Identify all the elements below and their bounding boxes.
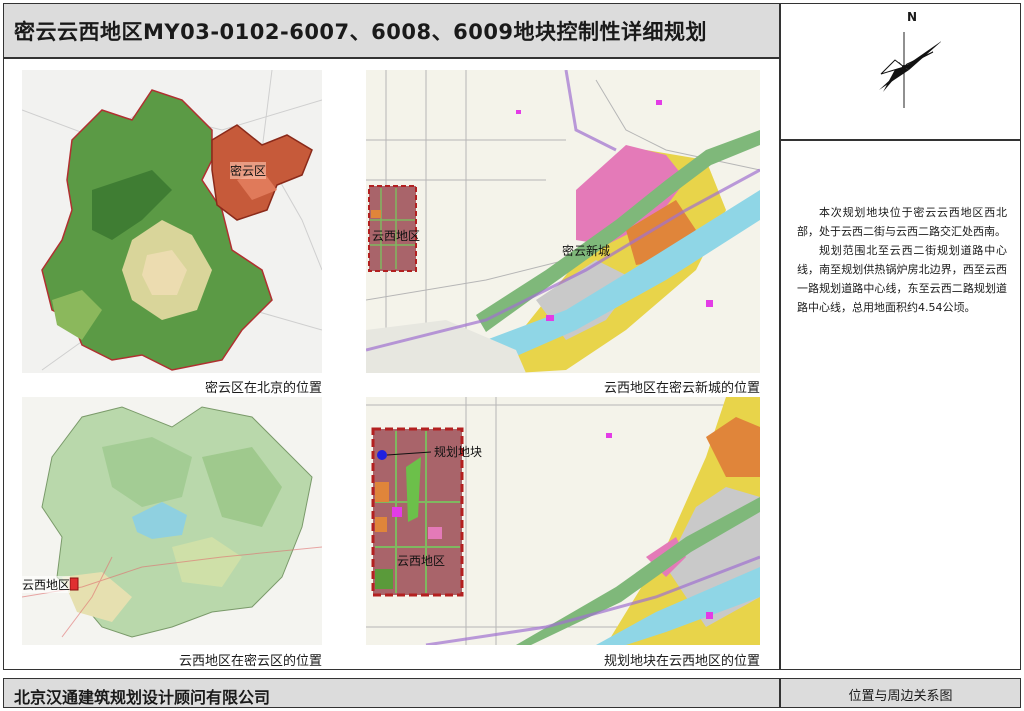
beijing-map: 密云区 <box>22 70 322 373</box>
north-arrow-icon <box>871 12 943 112</box>
miyun-district-map: 云西地区 <box>22 397 322 645</box>
beijing-map-caption: 密云区在北京的位置 <box>204 381 322 396</box>
footer-sheet-bar: 位置与周边关系图 <box>780 678 1021 708</box>
plot-map-caption: 规划地块在云西地区的位置 <box>603 654 760 669</box>
compass-panel: N <box>780 3 1021 140</box>
yunxi-area-label: 云西地区 <box>22 576 71 593</box>
planned-plot-label: 规划地块 <box>434 445 483 459</box>
description-paragraph: 规划范围北至云西二街规划道路中心线，南至规划供热锅炉房北边界，西至云西一路规划道… <box>797 244 1007 314</box>
map-panel: 密云区 密云区在北京的位置 云西地区 密云新城 云西地区在密云新城的位置 云西地… <box>3 58 780 670</box>
new-town-map: 云西地区 密云新城 <box>366 70 760 373</box>
plot-map: 规划地块 云西地区 <box>366 397 760 645</box>
footer-company-bar: 北京汉通建筑规划设计顾问有限公司 <box>3 678 780 708</box>
company-name: 北京汉通建筑规划设计顾问有限公司 <box>14 688 271 707</box>
title-bar: 密云云西地区MY03-0102-6007、6008、6009地块控制性详细规划 <box>3 3 780 58</box>
new-town-map-caption: 云西地区在密云新城的位置 <box>603 381 760 396</box>
sheet-title: 位置与周边关系图 <box>848 689 953 704</box>
north-label: N <box>907 10 918 24</box>
miyun-new-town-label: 密云新城 <box>562 244 611 258</box>
description-paragraph: 本次规划地块位于密云云西地区西北部，处于云西二街与云西二路交汇处西南。 <box>797 206 1007 238</box>
page-title: 密云云西地区MY03-0102-6007、6008、6009地块控制性详细规划 <box>14 20 708 44</box>
yunxi-area-label: 云西地区 <box>372 229 421 243</box>
yunxi-area-label: 云西地区 <box>397 554 446 568</box>
miyun-district-label: 密云区 <box>230 162 267 179</box>
description-text: 本次规划地块位于密云云西地区西北部，处于云西二街与云西二路交汇处西南。 规划范围… <box>797 203 1007 317</box>
description-panel: 本次规划地块位于密云云西地区西北部，处于云西二街与云西二路交汇处西南。 规划范围… <box>780 140 1021 670</box>
miyun-district-map-caption: 云西地区在密云区的位置 <box>178 654 322 669</box>
